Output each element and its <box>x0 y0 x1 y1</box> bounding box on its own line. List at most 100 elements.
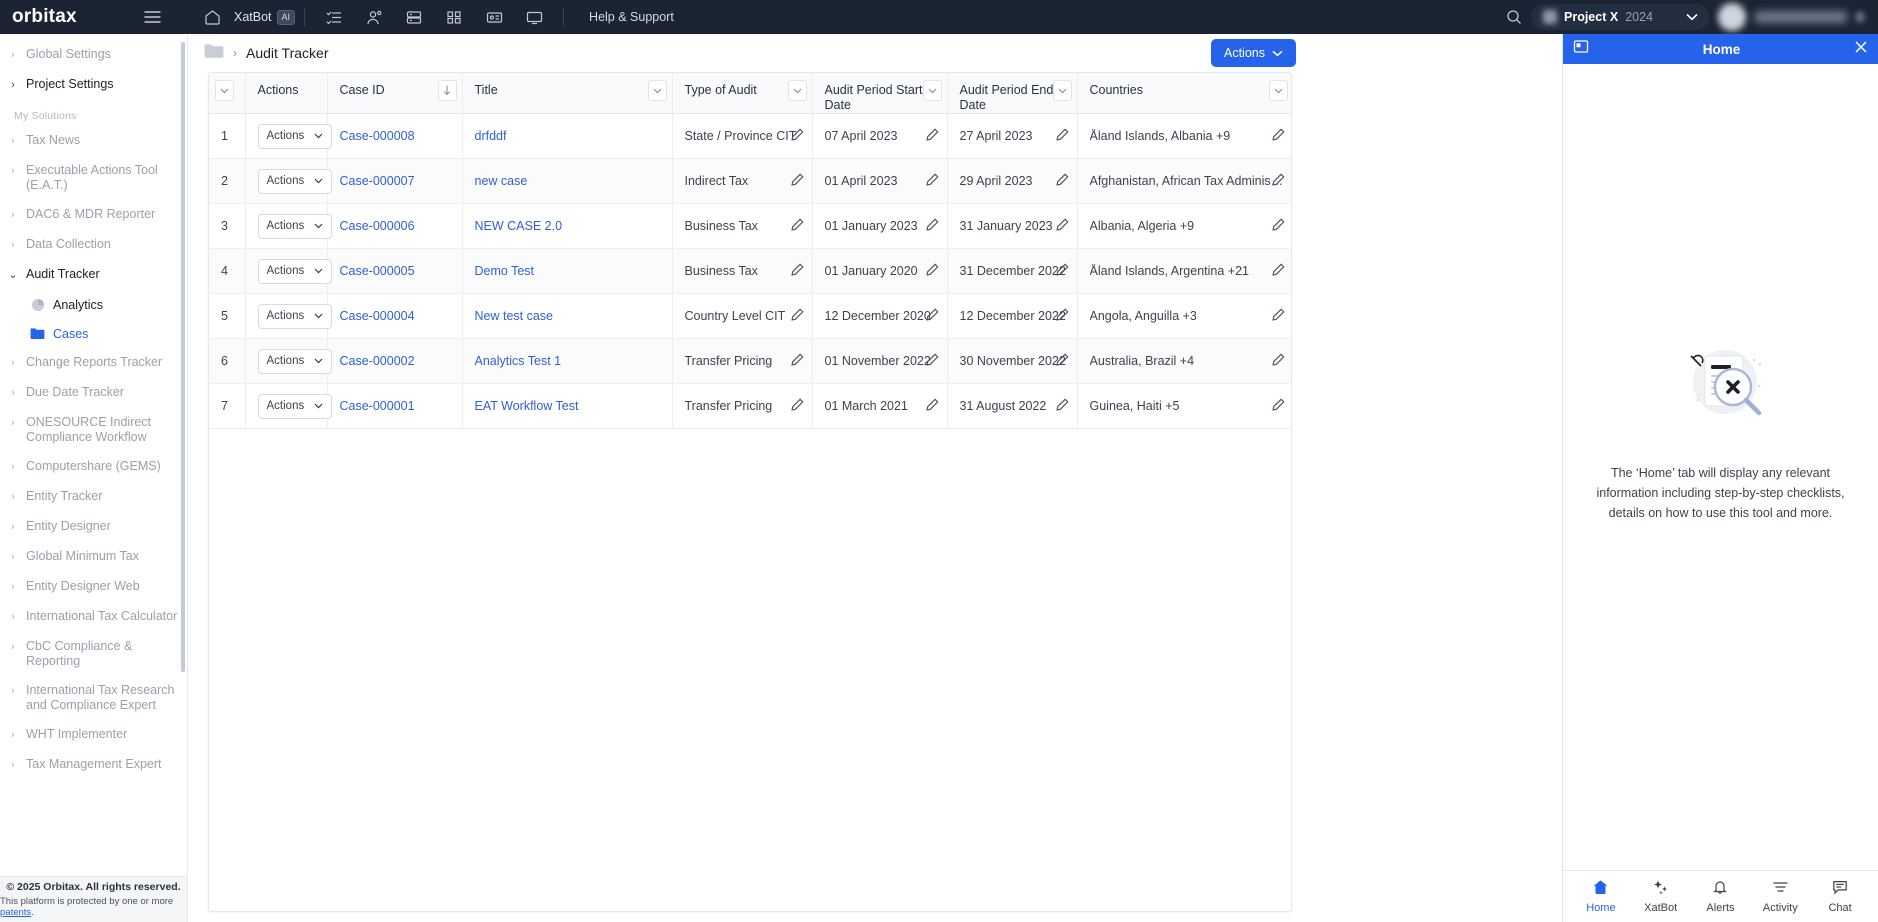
help-and-support-link[interactable]: Help & Support <box>589 10 674 24</box>
user-group-icon[interactable] <box>354 0 394 34</box>
edit-pencil-icon[interactable] <box>1272 308 1285 324</box>
sidebar-item-executable-actions-tool[interactable]: › Executable Actions Tool (E.A.T.) <box>0 156 187 200</box>
sidebar-item-cases[interactable]: Cases <box>0 319 187 348</box>
sidebar-item-change-reports-tracker[interactable]: › Change Reports Tracker <box>0 348 187 378</box>
case-title-link[interactable]: Demo Test <box>475 264 535 278</box>
row-actions-dropdown[interactable]: Actions <box>257 348 333 374</box>
edit-pencil-icon[interactable] <box>1272 353 1285 369</box>
sidebar-item-entity-designer[interactable]: › Entity Designer <box>0 512 187 542</box>
case-id-sort-button[interactable] <box>437 80 457 101</box>
end-date-column-filter-button[interactable] <box>1052 80 1072 101</box>
actions-button[interactable]: Actions <box>1211 39 1296 67</box>
edit-pencil-icon[interactable] <box>790 263 804 279</box>
sidebar-item-due-date-tracker[interactable]: › Due Date Tracker <box>0 378 187 408</box>
assistant-nav-home[interactable]: Home <box>1573 879 1629 914</box>
edit-pencil-icon[interactable] <box>1055 353 1069 369</box>
xatbot-nav-item[interactable]: XatBot AI <box>234 9 296 25</box>
edit-pencil-icon[interactable] <box>1055 218 1069 234</box>
grid-icon[interactable] <box>434 0 474 34</box>
close-icon[interactable] <box>1854 40 1868 59</box>
edit-pencil-icon[interactable] <box>1055 263 1069 279</box>
edit-pencil-icon[interactable] <box>1272 398 1285 414</box>
sidebar-item-tax-news[interactable]: › Tax News <box>0 126 187 156</box>
edit-pencil-icon[interactable] <box>1055 128 1069 144</box>
sidebar-scrollbar[interactable] <box>181 42 185 672</box>
sidebar-item-data-collection[interactable]: › Data Collection <box>0 230 187 260</box>
sidebar-item-cbc-compliance-reporting[interactable]: › CbC Compliance & Reporting <box>0 632 187 676</box>
edit-pencil-icon[interactable] <box>1055 308 1069 324</box>
sidebar-item-tax-management-expert[interactable]: › Tax Management Expert <box>0 750 187 780</box>
row-actions-dropdown[interactable]: Actions <box>257 393 333 419</box>
case-title-link[interactable]: NEW CASE 2.0 <box>475 219 563 233</box>
row-actions-dropdown[interactable]: Actions <box>257 213 333 239</box>
assistant-nav-activity[interactable]: Activity <box>1752 879 1808 914</box>
sidebar-item-onesource-indirect-compliance-workflow[interactable]: › ONESOURCE Indirect Compliance Workflow <box>0 408 187 452</box>
id-card-icon[interactable] <box>474 0 514 34</box>
sidebar-item-global-minimum-tax[interactable]: › Global Minimum Tax <box>0 542 187 572</box>
assistant-nav-xatbot[interactable]: XatBot <box>1633 879 1689 914</box>
edit-pencil-icon[interactable] <box>925 308 939 324</box>
edit-pencil-icon[interactable] <box>790 128 804 144</box>
case-id-link[interactable]: Case-000002 <box>340 354 415 368</box>
edit-pencil-icon[interactable] <box>790 353 804 369</box>
type-of-audit-column-filter-button[interactable] <box>787 80 807 101</box>
edit-pencil-icon[interactable] <box>1272 263 1285 279</box>
panel-collapse-icon[interactable] <box>1573 39 1589 59</box>
search-icon[interactable] <box>1497 0 1531 34</box>
case-title-link[interactable]: drfddf <box>475 129 507 143</box>
row-actions-dropdown[interactable]: Actions <box>257 123 333 149</box>
title-column-filter-button[interactable] <box>647 80 667 101</box>
assistant-nav-alerts[interactable]: Alerts <box>1692 879 1748 914</box>
edit-pencil-icon[interactable] <box>925 263 939 279</box>
row-actions-dropdown[interactable]: Actions <box>257 303 333 329</box>
edit-pencil-icon[interactable] <box>790 398 804 414</box>
sidebar-item-international-tax-research-and-compliance-expert[interactable]: › International Tax Research and Complia… <box>0 676 187 720</box>
assistant-nav-chat[interactable]: Chat <box>1812 879 1868 914</box>
sidebar-item-entity-designer-web[interactable]: › Entity Designer Web <box>0 572 187 602</box>
edit-pencil-icon[interactable] <box>925 218 939 234</box>
sidebar-item-dac6-mdr-reporter[interactable]: › DAC6 & MDR Reporter <box>0 200 187 230</box>
patents-link[interactable]: patents <box>0 907 31 918</box>
case-title-link[interactable]: Analytics Test 1 <box>475 354 562 368</box>
row-actions-dropdown[interactable]: Actions <box>257 258 333 284</box>
edit-pencil-icon[interactable] <box>790 308 804 324</box>
sidebar-item-computershare-gems[interactable]: › Computershare (GEMS) <box>0 452 187 482</box>
column-header-case-id[interactable]: Case ID <box>327 73 463 114</box>
sidebar-item-analytics[interactable]: Analytics <box>0 290 187 319</box>
edit-pencil-icon[interactable] <box>1272 128 1285 144</box>
edit-pencil-icon[interactable] <box>1055 173 1069 189</box>
countries-column-filter-button[interactable] <box>1269 80 1288 101</box>
case-id-link[interactable]: Case-000008 <box>340 129 415 143</box>
sidebar-item-project-settings[interactable]: › Project Settings <box>0 70 187 100</box>
monitor-icon[interactable] <box>514 0 554 34</box>
case-id-link[interactable]: Case-000007 <box>340 174 415 188</box>
checklist-icon[interactable] <box>314 0 354 34</box>
edit-pencil-icon[interactable] <box>790 173 804 189</box>
sidebar-item-global-settings[interactable]: › Global Settings <box>0 40 187 70</box>
edit-pencil-icon[interactable] <box>925 353 939 369</box>
index-column-filter-button[interactable] <box>215 80 234 101</box>
case-id-link[interactable]: Case-000001 <box>340 399 415 413</box>
case-id-link[interactable]: Case-000004 <box>340 309 415 323</box>
sidebar-item-audit-tracker[interactable]: ⌄ Audit Tracker <box>0 260 187 290</box>
row-actions-dropdown[interactable]: Actions <box>257 168 333 194</box>
case-title-link[interactable]: New test case <box>475 309 554 323</box>
edit-pencil-icon[interactable] <box>1055 398 1069 414</box>
edit-pencil-icon[interactable] <box>925 398 939 414</box>
server-icon[interactable] <box>394 0 434 34</box>
edit-pencil-icon[interactable] <box>1272 173 1285 189</box>
sidebar-item-wht-implementer[interactable]: › WHT Implementer <box>0 720 187 750</box>
start-date-column-filter-button[interactable] <box>922 80 942 101</box>
case-title-link[interactable]: EAT Workflow Test <box>475 399 579 413</box>
hamburger-icon[interactable] <box>132 0 172 34</box>
edit-pencil-icon[interactable] <box>790 218 804 234</box>
case-title-link[interactable]: new case <box>475 174 528 188</box>
sidebar-item-international-tax-calculator[interactable]: › International Tax Calculator <box>0 602 187 632</box>
brand-logo[interactable]: orbitax <box>12 6 132 28</box>
case-id-link[interactable]: Case-000005 <box>340 264 415 278</box>
edit-pencil-icon[interactable] <box>925 173 939 189</box>
sidebar-item-entity-tracker[interactable]: › Entity Tracker <box>0 482 187 512</box>
case-id-link[interactable]: Case-000006 <box>340 219 415 233</box>
edit-pencil-icon[interactable] <box>1272 218 1285 234</box>
edit-pencil-icon[interactable] <box>925 128 939 144</box>
